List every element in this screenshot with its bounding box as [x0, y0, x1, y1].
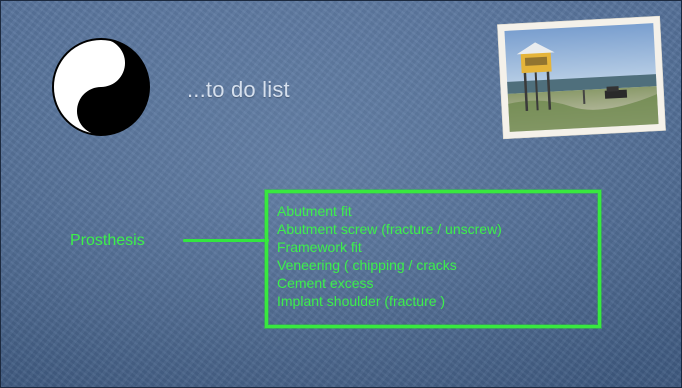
- connector-line: [183, 239, 269, 242]
- slide: ...to do list Prosthesis Abutment fit Ab…: [0, 0, 682, 388]
- list-item: Cement excess: [277, 275, 374, 291]
- list-item: Abutment screw (fracture / unscrew): [277, 221, 502, 237]
- yin-yang-icon: [52, 38, 150, 136]
- slide-title: ...to do list: [187, 77, 290, 102]
- list-item: Implant shoulder (fracture ): [277, 293, 446, 309]
- list-item: Veneering ( chipping / cracks: [277, 257, 457, 273]
- list-item: Abutment fit: [277, 203, 352, 219]
- todo-box: Abutment fit Abutment screw (fracture / …: [265, 190, 601, 328]
- todo-list: Abutment fit Abutment screw (fracture / …: [277, 202, 502, 310]
- beach-lifeguard-tower-photo: [497, 15, 666, 140]
- prosthesis-label: Prosthesis: [70, 232, 145, 249]
- list-item: Framework fit: [277, 239, 362, 255]
